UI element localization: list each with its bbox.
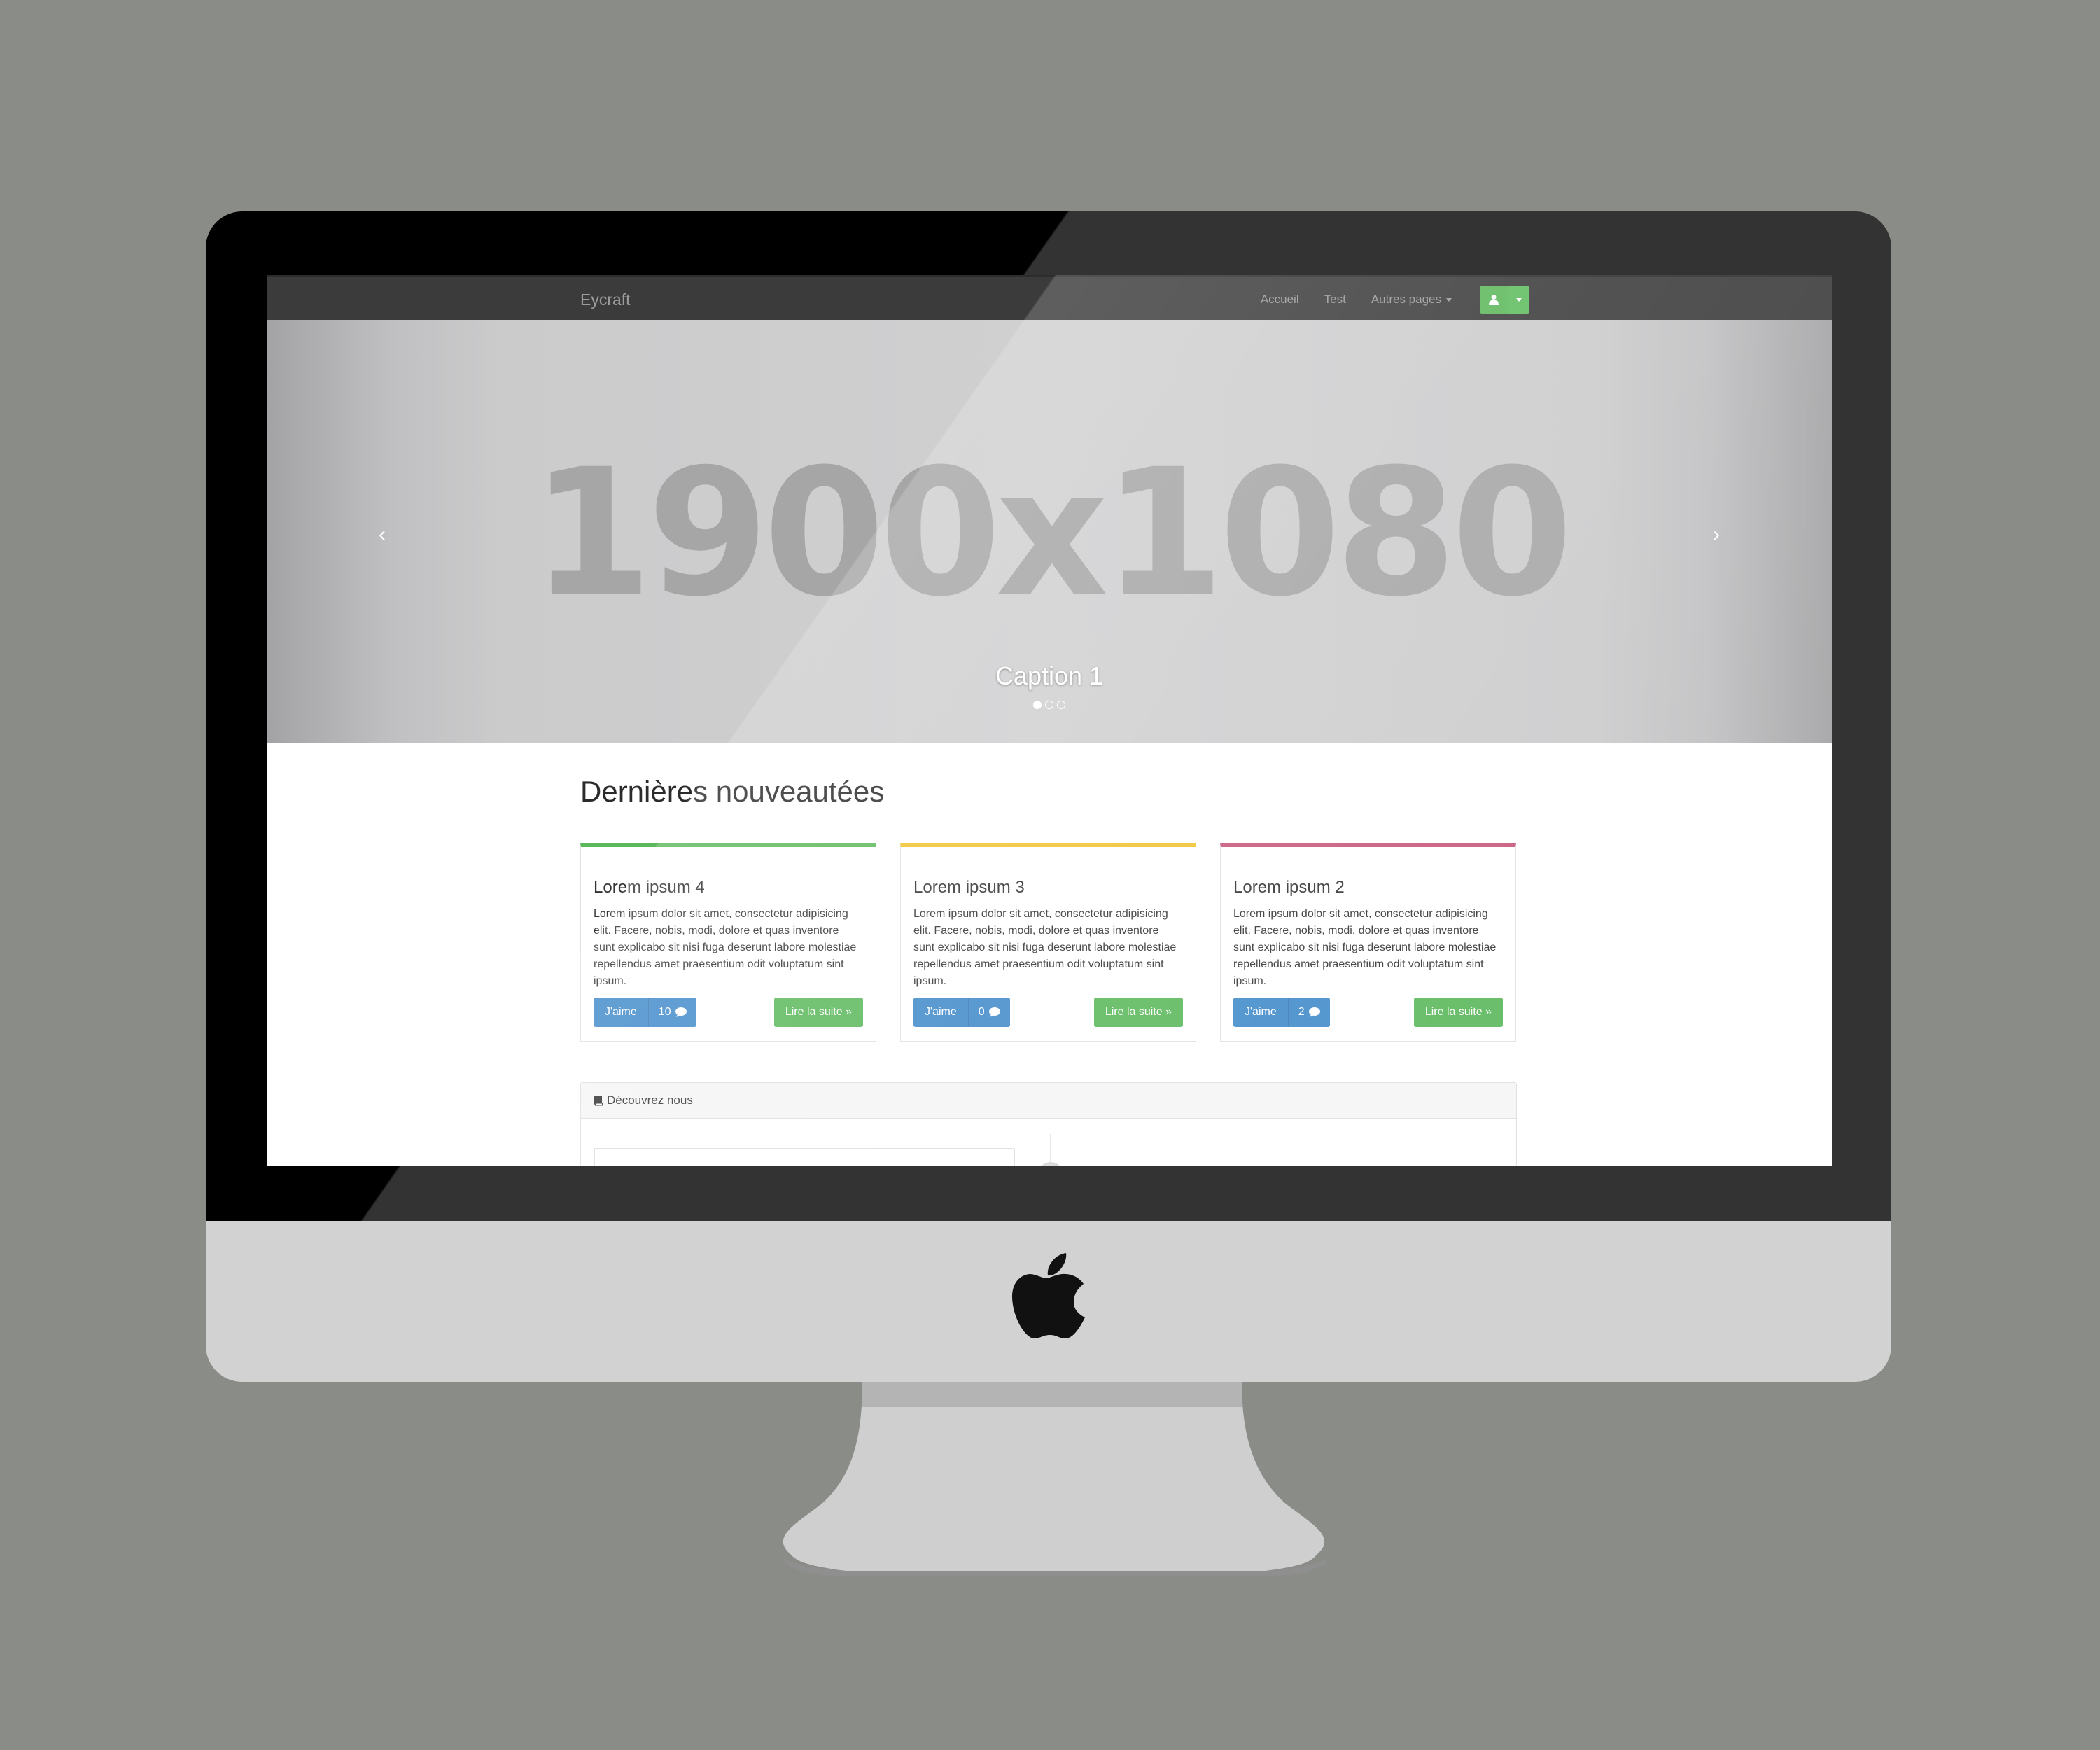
screen: Eycraft Accueil Test Autres pages 1900x1… <box>267 275 1832 1166</box>
timeline-marker <box>1037 1162 1064 1166</box>
user-dropdown-toggle[interactable] <box>1508 286 1530 314</box>
card-text: Lorem ipsum dolor sit amet, consectetur … <box>594 908 857 987</box>
imac-stand <box>776 1382 1327 1589</box>
user-button[interactable] <box>1480 286 1508 314</box>
carousel-indicator[interactable] <box>1033 701 1042 709</box>
comment-icon <box>1308 1007 1320 1017</box>
nav-item-accueil[interactable]: Accueil <box>1261 293 1299 307</box>
comments-count: 2 <box>1298 1006 1305 1018</box>
book-icon <box>594 1095 603 1105</box>
comments-count: 0 <box>978 1006 985 1018</box>
like-button[interactable]: J'aime <box>1233 997 1288 1027</box>
discover-panel: Découvrez nous <box>580 1082 1517 1166</box>
carousel-indicators <box>267 701 1832 709</box>
nav-links: Accueil Test Autres pages <box>1261 286 1530 314</box>
news-cards: Lorem ipsum 4 Lorem ipsum dolor sit amet… <box>580 843 1517 1042</box>
like-button[interactable]: J'aime <box>913 997 968 1027</box>
news-card: Lorem ipsum 4 Lorem ipsum dolor sit amet… <box>580 843 876 1042</box>
card-actions: J'aime 0 Lire la suite » <box>913 997 1183 1027</box>
timeline-line <box>1050 1134 1051 1166</box>
read-more-button[interactable]: Lire la suite » <box>1093 997 1183 1027</box>
caret-down-icon <box>1516 298 1522 302</box>
card-text: Lorem ipsum dolor sit amet, consectetur … <box>913 908 1177 987</box>
nav-item-autres-pages[interactable]: Autres pages <box>1371 293 1452 307</box>
panel-title: Découvrez nous <box>607 1093 693 1107</box>
section-title: Dernières nouveautées <box>580 743 1517 820</box>
navbar: Eycraft Accueil Test Autres pages <box>267 275 1832 320</box>
stand-shadow <box>862 1382 1242 1407</box>
chevron-right-icon[interactable]: › <box>1713 523 1720 547</box>
comments-button[interactable]: 2 <box>1287 997 1330 1027</box>
user-icon <box>1489 295 1499 305</box>
nav-item-test[interactable]: Test <box>1324 293 1346 307</box>
card-title: Lorem ipsum 2 <box>1233 878 1345 897</box>
like-button-group: J'aime 0 <box>913 997 1010 1027</box>
card-title: Lorem ipsum 3 <box>913 878 1025 897</box>
comment-icon <box>675 1007 687 1017</box>
card-text: Lorem ipsum dolor sit amet, consectetur … <box>1233 908 1497 987</box>
hero-carousel: 1900x1080 ‹ › Caption 1 <box>267 320 1832 743</box>
carousel-indicator[interactable] <box>1057 701 1065 709</box>
card-title: Lorem ipsum 4 <box>594 878 705 897</box>
slide-caption: Caption 1 <box>995 662 1104 690</box>
comments-button[interactable]: 10 <box>648 997 696 1027</box>
like-button[interactable]: J'aime <box>594 997 648 1027</box>
carousel-indicator[interactable] <box>1045 701 1054 709</box>
caret-down-icon <box>1446 298 1452 302</box>
slide-placeholder-text: 1900x1080 <box>531 431 1574 635</box>
like-button-group: J'aime 2 <box>1233 997 1330 1027</box>
chevron-left-icon[interactable]: ‹ <box>379 523 386 547</box>
card-actions: J'aime 10 Lire la suite » <box>594 997 863 1027</box>
news-card: Lorem ipsum 3 Lorem ipsum dolor sit amet… <box>900 843 1196 1042</box>
like-button-group: J'aime 10 <box>594 997 696 1027</box>
comments-count: 10 <box>658 1006 671 1018</box>
read-more-button[interactable]: Lire la suite » <box>1413 997 1503 1027</box>
card-actions: J'aime 2 Lire la suite » <box>1233 997 1503 1027</box>
panel-heading: Découvrez nous <box>581 1083 1516 1119</box>
comments-button[interactable]: 0 <box>967 997 1010 1027</box>
apple-logo-icon <box>1009 1253 1088 1344</box>
main-content: Dernières nouveautées Lorem ipsum 4 Lore… <box>580 743 1517 1166</box>
nav-item-autres-pages-label: Autres pages <box>1371 293 1441 306</box>
news-card: Lorem ipsum 2 Lorem ipsum dolor sit amet… <box>1220 843 1516 1042</box>
comment-icon <box>988 1007 1000 1017</box>
brand-logo[interactable]: Eycraft <box>580 290 631 309</box>
user-menu-button[interactable] <box>1480 286 1530 314</box>
panel-content-box <box>594 1148 1015 1166</box>
read-more-button[interactable]: Lire la suite » <box>774 997 863 1027</box>
